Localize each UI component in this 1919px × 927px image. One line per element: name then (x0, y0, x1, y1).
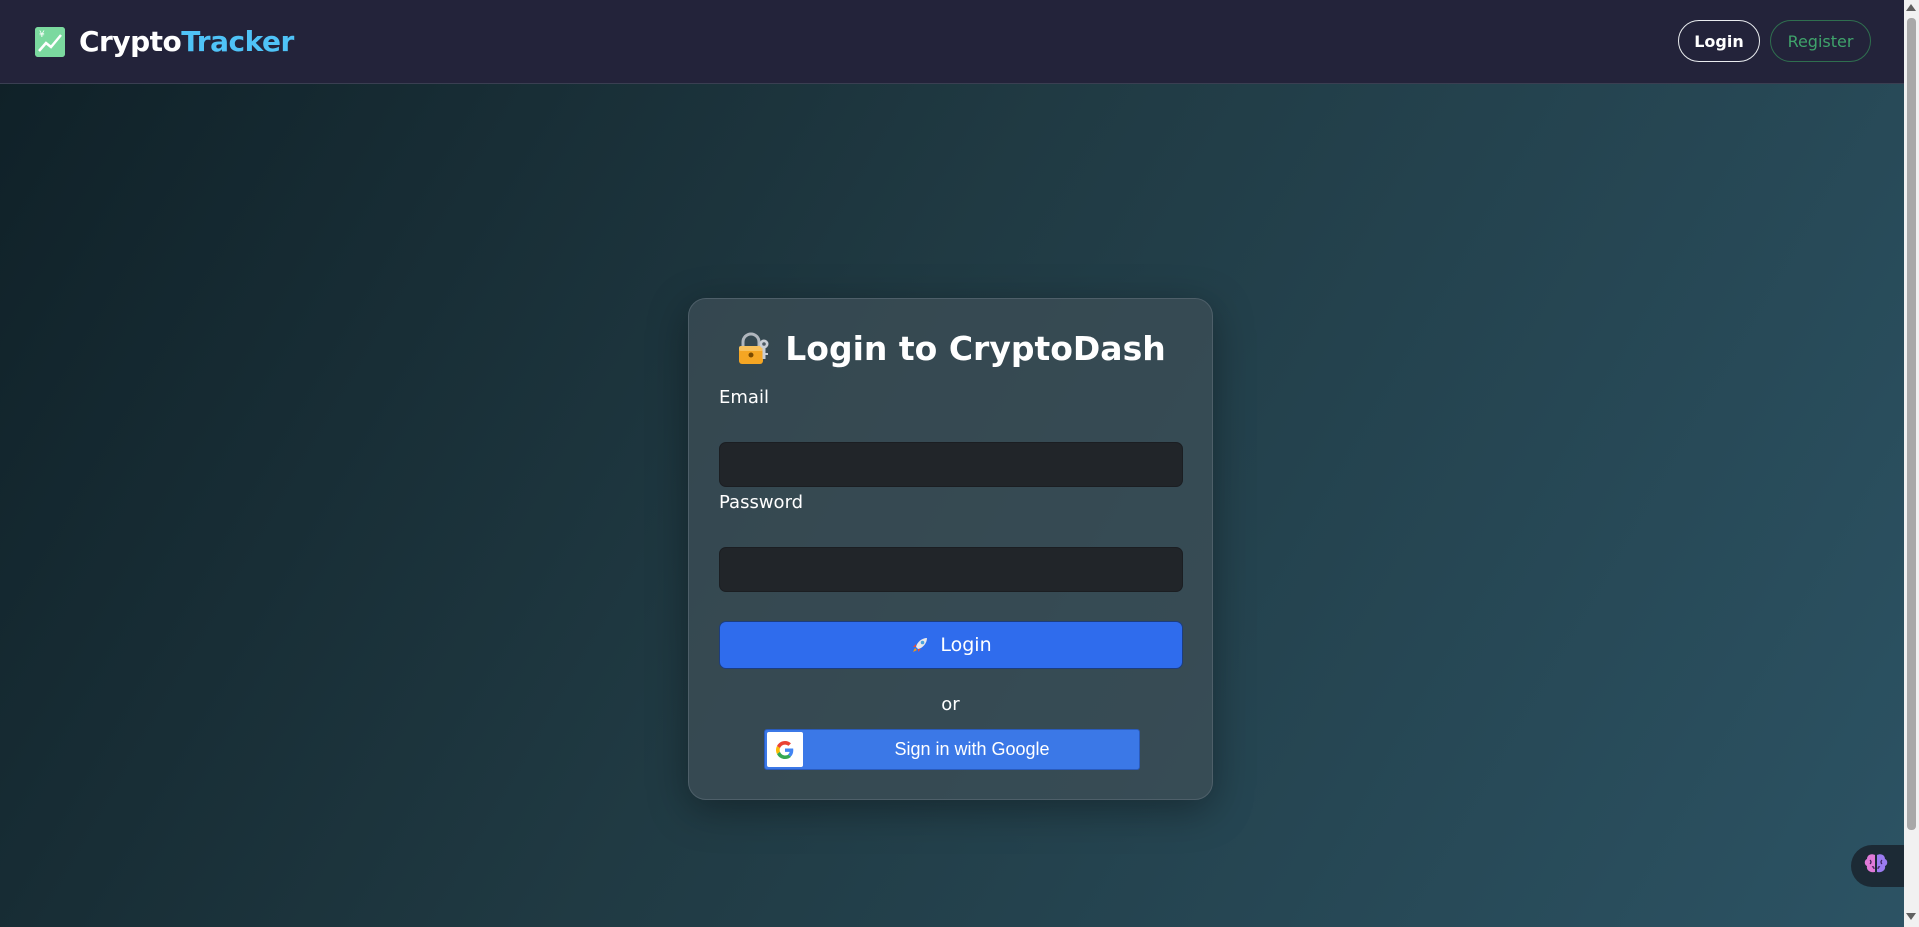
google-logo-icon (767, 732, 803, 767)
brand-name: CryptoTracker (79, 25, 294, 58)
locked-with-key-icon (735, 331, 771, 367)
scroll-down-arrow-icon[interactable] (1906, 913, 1916, 920)
google-signin-label: Sign in with Google (894, 739, 1050, 759)
login-card-title-text: Login to CryptoDash (785, 329, 1166, 368)
email-label: Email (719, 387, 769, 408)
vertical-scrollbar[interactable] (1904, 0, 1919, 927)
brand-name-part1: Crypto (79, 25, 182, 58)
nav-login-button[interactable]: Login (1678, 20, 1760, 62)
navbar: ¥ CryptoTracker Login Register (0, 0, 1904, 84)
login-submit-button[interactable]: Login (719, 621, 1183, 669)
google-signin-button[interactable]: Sign in with Google (764, 729, 1140, 770)
brain-icon (1863, 852, 1889, 881)
or-divider: or (941, 694, 960, 715)
svg-text:¥: ¥ (39, 30, 45, 40)
login-card: Login to CryptoDash Email Password Login… (688, 298, 1213, 800)
nav-register-button[interactable]: Register (1770, 20, 1871, 62)
rocket-icon (910, 635, 930, 655)
brand-name-part2: Tracker (181, 25, 294, 58)
assistant-floating-button[interactable] (1851, 845, 1907, 887)
brand-logo[interactable]: ¥ CryptoTracker (35, 25, 294, 58)
email-field[interactable] (719, 442, 1183, 487)
chart-increasing-icon: ¥ (35, 26, 65, 57)
login-card-title: Login to CryptoDash (689, 329, 1212, 368)
scroll-up-arrow-icon[interactable] (1906, 4, 1916, 11)
password-field[interactable] (719, 547, 1183, 592)
password-label: Password (719, 492, 804, 513)
scrollbar-thumb[interactable] (1907, 18, 1916, 830)
login-submit-label: Login (940, 634, 992, 656)
